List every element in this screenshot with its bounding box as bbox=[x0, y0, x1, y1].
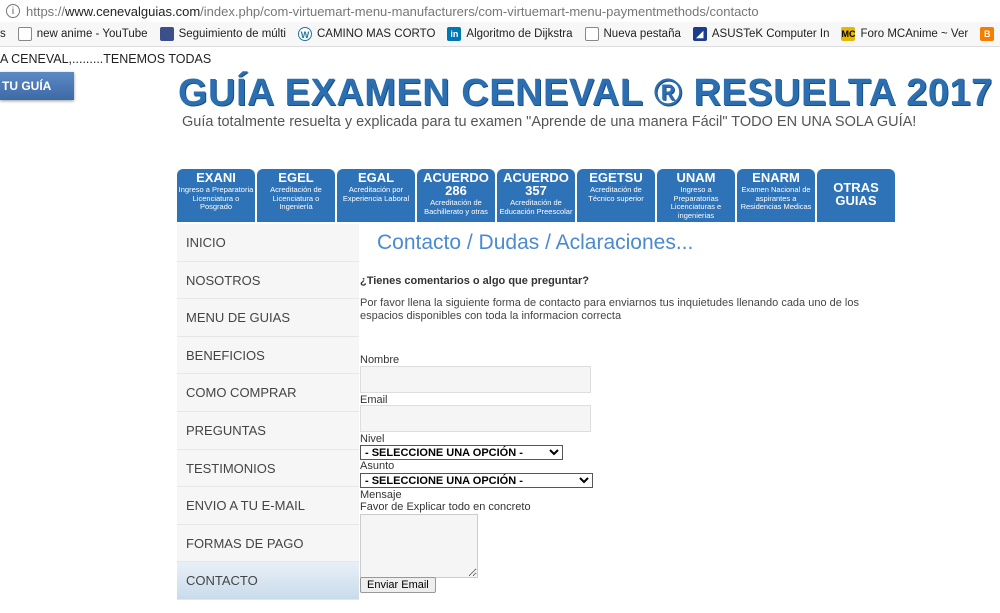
url-path: /index.php/com-virtuemart-menu-manufactu… bbox=[200, 3, 759, 19]
exam-tab-title: ENARM bbox=[752, 170, 800, 185]
side-menu: INICIO NOSOTROS MENU DE GUIAS BENEFICIOS COM… bbox=[177, 224, 359, 600]
menu-item[interactable]: FORMAS DE PAGO bbox=[177, 524, 359, 563]
page-icon bbox=[584, 27, 599, 41]
nivel-select[interactable]: - SELECCIONE UNA OPCIÓN - bbox=[360, 445, 563, 460]
menu-item[interactable]: COMO COMPRAR bbox=[177, 374, 359, 412]
exam-tab-description: Examen Nacional de aspirantes a Residenc… bbox=[740, 185, 812, 211]
exam-tab-title: EGEL bbox=[278, 170, 314, 185]
exam-tab-title: ACUERDO 357 bbox=[503, 170, 569, 198]
send-email-button[interactable]: Enviar Email bbox=[360, 577, 436, 593]
menu-item[interactable]: MENU DE GUIAS bbox=[177, 299, 359, 337]
mensaje-label: Mensaje bbox=[360, 489, 402, 501]
menu-item[interactable]: ENVIO A TU E-MAIL bbox=[177, 487, 359, 525]
name-field[interactable] bbox=[360, 366, 591, 393]
exam-tab-title: UNAM bbox=[676, 170, 716, 185]
page-title: GUÍA EXAMEN CENEVAL ® RESUELTA 2017 bbox=[178, 72, 993, 114]
exam-tab-title: EGETSU bbox=[589, 170, 643, 185]
bookmark-item[interactable]: new anime - YouTube bbox=[17, 27, 148, 41]
menu-item[interactable]: TESTIMONIOS bbox=[177, 449, 359, 488]
exam-tab-title: EXANI bbox=[196, 170, 236, 185]
exam-tab-description: Acreditación por Experiencia Laboral bbox=[342, 185, 410, 203]
url-scheme: https:// bbox=[26, 3, 66, 19]
image-icon bbox=[159, 27, 174, 41]
bookmark-item[interactable]: W CAMINO MAS CORTO bbox=[297, 27, 436, 41]
address-bar[interactable]: i https://www.cenevalguias.com/index.php… bbox=[0, 0, 1000, 23]
bookmark-item[interactable]: BFantasia Japonesa: "Cl bbox=[980, 27, 1000, 41]
exam-tab[interactable]: ACUERDO 357 Acreditación de Educación Pre… bbox=[497, 169, 575, 222]
exam-tab-title: EGAL bbox=[357, 170, 395, 185]
nivel-label: Nivel bbox=[360, 433, 385, 445]
url-host: www.cenevalguias.com bbox=[65, 3, 201, 19]
exam-tab-title: OTRAS GUIAS bbox=[833, 180, 879, 208]
exam-tab[interactable]: UNAM Ingreso a Preparatorias Licenciatura… bbox=[657, 169, 735, 222]
contact-heading: Contacto / Dudas / Aclaraciones... bbox=[377, 231, 694, 254]
bookmarks-bar: s new anime - YouTube Seguimiento de múlti… bbox=[0, 22, 1000, 47]
menu-item[interactable]: CONTACTO bbox=[177, 562, 359, 600]
bookmark-label: new anime - YouTube bbox=[36, 28, 148, 40]
exam-tab-description: Acreditación de Educación Preescolar bbox=[499, 198, 573, 216]
exam-tab-description: Acreditación de Técnico superior bbox=[588, 185, 644, 203]
bookmark-label: Foro MCAnime ~ Ver bbox=[860, 28, 969, 40]
bookmark-item[interactable]: ◢ ASUSTeK Computer In bbox=[692, 27, 830, 41]
exam-tab-title: ACUERDO 286 bbox=[423, 170, 489, 198]
info-icon[interactable]: i bbox=[6, 4, 20, 18]
name-label: Nombre bbox=[360, 354, 400, 366]
contact-intro: Por favor llena la siguiente forma de co… bbox=[360, 297, 859, 322]
menu-item[interactable]: PREGUNTAS bbox=[177, 411, 359, 450]
exam-tab-description: Acreditación de Bachillerato y otras bbox=[424, 198, 488, 216]
exam-tab[interactable]: OTRAS GUIAS bbox=[817, 169, 895, 222]
menu-item[interactable]: BENEFICIOS bbox=[177, 336, 359, 375]
bookmark-item[interactable]: s bbox=[0, 28, 6, 40]
exam-tab-description: Ingreso a Preparatoria Licenciatura o Po… bbox=[178, 185, 254, 211]
exam-tab-description: Ingreso a Preparatorias Licenciaturas e … bbox=[670, 185, 722, 220]
exam-tab[interactable]: ACUERDO 286 Acreditación de Bachillerato … bbox=[417, 169, 495, 222]
menu-item[interactable]: NOSOTROS bbox=[177, 261, 359, 300]
bookmark-item[interactable]: Nueva pestaña bbox=[584, 27, 681, 41]
linkedin-icon: in bbox=[447, 27, 462, 41]
message-textarea[interactable] bbox=[360, 514, 478, 578]
exam-tab-description: Acreditación de Licenciatura o Ingenierí… bbox=[270, 185, 322, 211]
marquee-text: A CENEVAL,.........TENEMOS TODAS bbox=[0, 52, 212, 66]
exam-tab[interactable]: EGETSU Acreditación de Técnico superior bbox=[577, 169, 655, 222]
exam-tabs: EXANI Ingreso a Preparatoria Licenciatura… bbox=[177, 169, 895, 222]
page-subtitle: Guía totalmente resuelta y explicada par… bbox=[182, 114, 917, 130]
blogger-icon: B bbox=[980, 27, 995, 41]
asus-icon: ◢ bbox=[692, 27, 707, 41]
bookmark-label: CAMINO MAS CORTO bbox=[316, 28, 436, 40]
bookmark-label: ASUSTeK Computer In bbox=[711, 28, 830, 40]
bookmark-label: s bbox=[0, 28, 6, 40]
wordpress-icon: W bbox=[297, 27, 312, 41]
exam-tab[interactable]: ENARM Examen Nacional de aspirantes a Res… bbox=[737, 169, 815, 222]
url-text[interactable]: https://www.cenevalguias.com/index.php/c… bbox=[26, 4, 759, 19]
mensaje-hint: Favor de Explicar todo en concreto bbox=[360, 501, 531, 513]
email-field[interactable] bbox=[360, 405, 591, 432]
bookmark-item[interactable]: Seguimiento de múlti bbox=[159, 27, 286, 41]
bookmark-label: Algoritmo de Dijkstra bbox=[466, 28, 573, 40]
exam-tab[interactable]: EGAL Acreditación por Experiencia Laboral bbox=[337, 169, 415, 222]
side-tab-tu-guia[interactable]: TU GUÍA bbox=[0, 72, 74, 100]
asunto-select[interactable]: - SELECCIONE UNA OPCIÓN - bbox=[360, 473, 593, 488]
page-icon bbox=[17, 27, 32, 41]
bookmark-item[interactable]: MC Foro MCAnime ~ Ver bbox=[841, 27, 968, 41]
mc-icon: MC bbox=[841, 27, 856, 41]
contact-question: ¿Tienes comentarios o algo que preguntar… bbox=[360, 275, 590, 287]
bookmark-label: Seguimiento de múlti bbox=[178, 28, 286, 40]
exam-tab[interactable]: EGEL Acreditación de Licenciatura o Ingen… bbox=[257, 169, 335, 222]
bookmark-item[interactable]: in Algoritmo de Dijkstra bbox=[447, 27, 573, 41]
exam-tab[interactable]: EXANI Ingreso a Preparatoria Licenciatura… bbox=[177, 169, 255, 222]
bookmark-label: Nueva pestaña bbox=[603, 28, 681, 40]
menu-item[interactable]: INICIO bbox=[177, 224, 359, 262]
asunto-label: Asunto bbox=[360, 460, 395, 472]
